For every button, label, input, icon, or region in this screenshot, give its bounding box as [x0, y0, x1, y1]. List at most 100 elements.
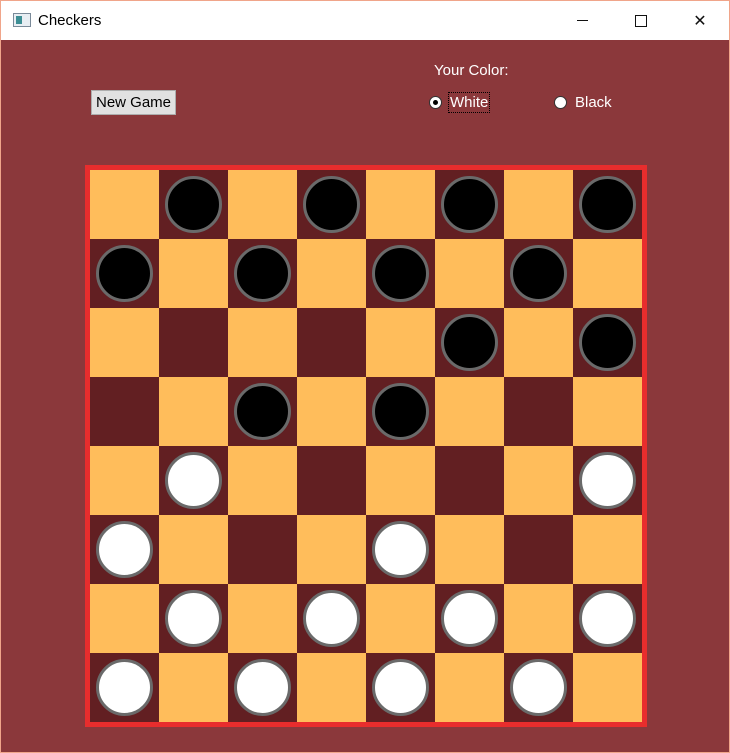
board-square[interactable] — [228, 308, 297, 377]
board-square[interactable] — [90, 446, 159, 515]
board-square[interactable] — [573, 584, 642, 653]
board-square[interactable] — [366, 446, 435, 515]
board-square[interactable] — [366, 584, 435, 653]
black-checker-piece[interactable] — [510, 245, 567, 302]
black-checker-piece[interactable] — [372, 383, 429, 440]
board-square[interactable] — [435, 584, 504, 653]
board-square[interactable] — [573, 653, 642, 722]
board-square[interactable] — [435, 308, 504, 377]
board-square[interactable] — [90, 653, 159, 722]
board-square[interactable] — [366, 515, 435, 584]
board-square[interactable] — [228, 446, 297, 515]
window-title: Checkers — [38, 12, 102, 29]
board-square[interactable] — [435, 515, 504, 584]
white-checker-piece[interactable] — [372, 659, 429, 716]
black-checker-piece[interactable] — [441, 176, 498, 233]
black-checker-piece[interactable] — [234, 245, 291, 302]
board-square[interactable] — [159, 446, 228, 515]
white-checker-piece[interactable] — [96, 659, 153, 716]
board-square[interactable] — [573, 377, 642, 446]
board-square[interactable] — [228, 377, 297, 446]
white-checker-piece[interactable] — [165, 452, 222, 509]
board-square[interactable] — [504, 239, 573, 308]
white-checker-piece[interactable] — [510, 659, 567, 716]
title-bar[interactable]: Checkers ✕ — [1, 1, 729, 40]
board-square[interactable] — [435, 653, 504, 722]
board-square[interactable] — [90, 170, 159, 239]
radio-black[interactable] — [554, 96, 567, 109]
close-button[interactable]: ✕ — [671, 1, 729, 40]
board-square[interactable] — [297, 653, 366, 722]
board-square[interactable] — [366, 377, 435, 446]
board-square[interactable] — [90, 308, 159, 377]
black-checker-piece[interactable] — [441, 314, 498, 371]
white-checker-piece[interactable] — [303, 590, 360, 647]
black-checker-piece[interactable] — [372, 245, 429, 302]
white-checker-piece[interactable] — [579, 452, 636, 509]
board-square[interactable] — [159, 515, 228, 584]
color-option-white[interactable]: White — [429, 92, 491, 113]
color-option-black[interactable]: Black — [554, 94, 612, 111]
board-square[interactable] — [573, 308, 642, 377]
board-square[interactable] — [297, 239, 366, 308]
board-square[interactable] — [504, 446, 573, 515]
board-square[interactable] — [159, 239, 228, 308]
board-square[interactable] — [435, 446, 504, 515]
board-square[interactable] — [228, 584, 297, 653]
board-square[interactable] — [504, 515, 573, 584]
board-square[interactable] — [573, 239, 642, 308]
board-square[interactable] — [573, 170, 642, 239]
board-square[interactable] — [297, 446, 366, 515]
maximize-button[interactable] — [612, 1, 670, 40]
board-square[interactable] — [504, 308, 573, 377]
black-checker-piece[interactable] — [234, 383, 291, 440]
board-square[interactable] — [159, 170, 228, 239]
board-square[interactable] — [159, 584, 228, 653]
board-square[interactable] — [90, 377, 159, 446]
radio-white[interactable] — [429, 96, 442, 109]
board-square[interactable] — [366, 170, 435, 239]
board-square[interactable] — [90, 584, 159, 653]
close-icon: ✕ — [693, 11, 707, 30]
board-square[interactable] — [366, 239, 435, 308]
board-square[interactable] — [435, 239, 504, 308]
your-color-label: Your Color: — [434, 62, 509, 79]
board-square[interactable] — [435, 170, 504, 239]
board-square[interactable] — [504, 170, 573, 239]
white-checker-piece[interactable] — [579, 590, 636, 647]
minimize-button[interactable] — [553, 1, 611, 40]
white-checker-piece[interactable] — [441, 590, 498, 647]
white-checker-piece[interactable] — [96, 521, 153, 578]
board-square[interactable] — [159, 308, 228, 377]
board-square[interactable] — [228, 515, 297, 584]
board-square[interactable] — [366, 308, 435, 377]
board-square[interactable] — [297, 584, 366, 653]
board-square[interactable] — [573, 446, 642, 515]
black-checker-piece[interactable] — [303, 176, 360, 233]
board-square[interactable] — [159, 653, 228, 722]
board-square[interactable] — [573, 515, 642, 584]
board-square[interactable] — [504, 584, 573, 653]
black-checker-piece[interactable] — [96, 245, 153, 302]
black-checker-piece[interactable] — [579, 176, 636, 233]
board-square[interactable] — [228, 239, 297, 308]
board-square[interactable] — [504, 653, 573, 722]
board-square[interactable] — [366, 653, 435, 722]
board-square[interactable] — [159, 377, 228, 446]
white-checker-piece[interactable] — [372, 521, 429, 578]
board-square[interactable] — [90, 239, 159, 308]
board-square[interactable] — [90, 515, 159, 584]
board-square[interactable] — [435, 377, 504, 446]
black-checker-piece[interactable] — [165, 176, 222, 233]
board-square[interactable] — [504, 377, 573, 446]
new-game-button[interactable]: New Game — [91, 90, 176, 115]
board-square[interactable] — [228, 170, 297, 239]
board-square[interactable] — [297, 377, 366, 446]
board-square[interactable] — [297, 515, 366, 584]
board-square[interactable] — [228, 653, 297, 722]
board-square[interactable] — [297, 308, 366, 377]
white-checker-piece[interactable] — [234, 659, 291, 716]
board-square[interactable] — [297, 170, 366, 239]
white-checker-piece[interactable] — [165, 590, 222, 647]
black-checker-piece[interactable] — [579, 314, 636, 371]
